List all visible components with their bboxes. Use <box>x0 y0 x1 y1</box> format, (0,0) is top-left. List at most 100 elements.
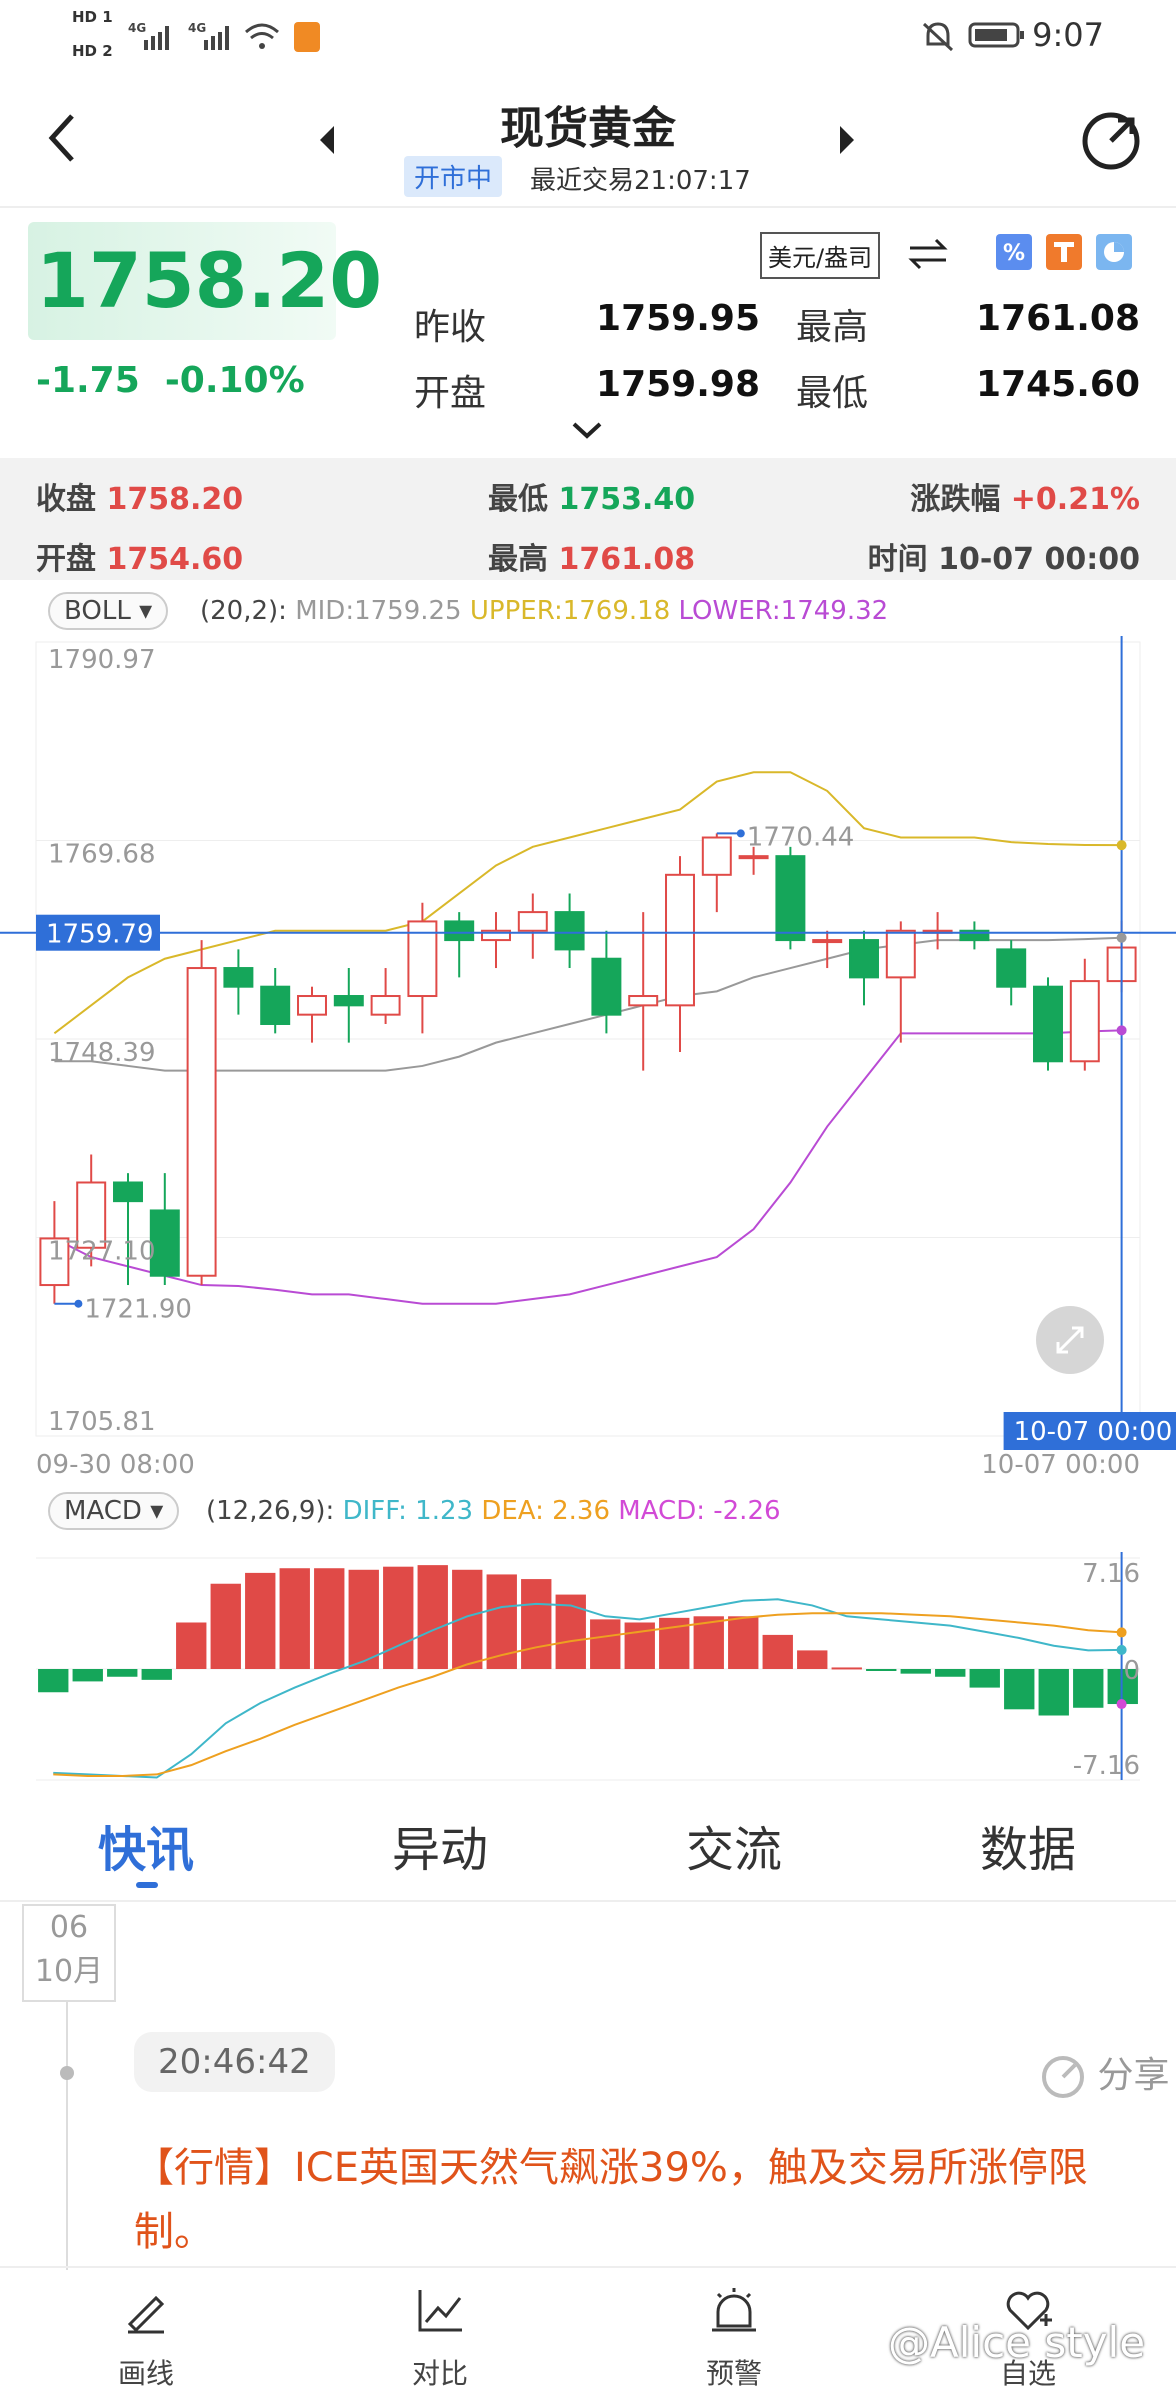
candle-high: 最高 1761.08 <box>488 534 695 578</box>
candle-body <box>1033 985 1063 1063</box>
macd-bar <box>452 1569 483 1669</box>
svg-text:4G: 4G <box>128 21 146 35</box>
kline-y-tick: 1748.39 <box>48 1038 156 1068</box>
tab-movements[interactable]: 异动 <box>392 1810 488 1880</box>
macd-diff: DIFF: 1.23 <box>342 1496 474 1526</box>
min-marker-dot <box>74 1299 83 1308</box>
max-price-label: 1770.44 <box>747 822 855 852</box>
refresh-button[interactable] <box>1078 108 1144 178</box>
news-date: 06 10月 <box>22 1904 116 2002</box>
candle-body <box>517 911 548 932</box>
cursor-mid-dot <box>1116 932 1127 943</box>
tool-t-icon[interactable] <box>1046 234 1082 274</box>
kline-y-tick: 1769.68 <box>48 840 156 870</box>
kline-y-tick: 1727.10 <box>48 1237 156 1267</box>
unit-selector[interactable]: 美元/盎司 <box>760 232 881 279</box>
candle-low: 最低 1753.40 <box>488 474 695 518</box>
macd-params: (12,26,9): <box>206 1496 335 1526</box>
macd-selector[interactable]: MACD ▾ <box>48 1492 180 1530</box>
tab-news[interactable]: 快讯 <box>98 1810 194 1880</box>
nav-alert[interactable]: 预警 <box>674 2352 794 2392</box>
nav-compare[interactable]: 对比 <box>380 2352 500 2392</box>
divider <box>0 2266 1176 2268</box>
candle-high-label: 最高 <box>488 542 548 577</box>
boll-lower: LOWER:1749.32 <box>678 596 889 626</box>
percent-tool-icon[interactable]: % <box>996 234 1032 274</box>
candle-body <box>591 957 622 1016</box>
candle-time-value: 10-07 00:00 <box>938 542 1140 577</box>
boll-selector[interactable]: BOLL ▾ <box>48 592 169 630</box>
draw-line-icon[interactable] <box>120 2284 172 2340</box>
chevron-down-icon <box>572 422 602 439</box>
x-axis-end: 10-07 00:00 <box>981 1450 1140 1480</box>
caret-down-icon: ▾ <box>139 596 153 626</box>
macd-bar <box>348 1569 379 1669</box>
kline-chart[interactable]: 1790.97 1769.68 1748.39 1727.10 1705.81 1759.… <box>0 636 1176 1486</box>
candle-body <box>113 1181 143 1203</box>
macd-chart[interactable]: 7.16 0 -7.16 <box>0 1552 1176 1792</box>
hd2-indicator: HD 2 <box>72 42 113 60</box>
macd-bar <box>797 1650 828 1669</box>
open-value: 1759.98 <box>596 364 760 405</box>
macd-y-tick: 7.16 <box>1082 1559 1140 1589</box>
candle-chg-label: 涨跌幅 <box>910 482 1001 517</box>
candle-body <box>370 995 401 1016</box>
open-label: 开盘 <box>414 373 487 414</box>
macd-bar <box>107 1669 138 1677</box>
cursor-time-label: 10-07 00:00 <box>1014 1417 1173 1447</box>
alarm-icon[interactable] <box>708 2284 760 2340</box>
kline-y-tick: 1790.97 <box>48 645 156 675</box>
share-icon <box>1042 2056 1084 2098</box>
candle-body <box>554 911 585 951</box>
macd-dea-dot <box>1116 1627 1127 1638</box>
candle-chg-value: +0.21% <box>1010 482 1140 517</box>
candle-body <box>260 985 291 1025</box>
clock: 9:07 <box>1032 16 1104 54</box>
macd-bar <box>314 1568 345 1669</box>
macd-bar <box>141 1669 172 1680</box>
macd-bar <box>1073 1669 1104 1708</box>
expand-quote-button[interactable] <box>570 420 604 444</box>
candle-close: 收盘 1758.20 <box>36 474 243 518</box>
macd-bar <box>762 1634 793 1669</box>
candle-high-value: 1761.08 <box>558 542 696 577</box>
candle-body <box>628 995 659 1007</box>
hd1-indicator: HD 1 <box>72 8 113 26</box>
price-change: -1.75 -0.10% <box>36 360 305 401</box>
swap-unit-button[interactable] <box>906 234 950 278</box>
nav-draw[interactable]: 画线 <box>86 2352 206 2392</box>
macd-diff-dot <box>1116 1644 1127 1655</box>
fullscreen-button[interactable] <box>1036 1306 1104 1378</box>
candle-body <box>186 967 217 1277</box>
candle-body <box>701 836 732 876</box>
candle-body <box>665 873 695 1007</box>
macd-bar <box>590 1619 621 1669</box>
pie-tool-icon[interactable] <box>1096 234 1132 274</box>
candle-body <box>444 920 475 942</box>
swap-icon <box>908 238 948 270</box>
candle-body <box>849 939 879 979</box>
macd-bar <box>521 1579 552 1669</box>
mute-icon <box>920 20 956 56</box>
compare-icon[interactable] <box>414 2284 466 2340</box>
tab-data[interactable]: 数据 <box>980 1810 1076 1880</box>
svg-text:%: % <box>1003 241 1025 266</box>
share-button[interactable]: 分享 <box>1040 2046 1169 2100</box>
macd-bar <box>72 1669 103 1682</box>
candle-open: 开盘 1754.60 <box>36 534 243 578</box>
prev-close-label: 昨收 <box>414 307 487 348</box>
next-symbol-button[interactable] <box>836 122 858 162</box>
macd-bar <box>245 1572 276 1669</box>
battery-icon <box>968 20 1028 54</box>
high-label: 最高 <box>796 307 869 348</box>
last-trade-time: 最近交易21:07:17 <box>530 166 751 196</box>
change-percent: -0.10% <box>164 360 305 401</box>
news-text[interactable]: 【行情】ICE英国天然气飙涨39%，触及交易所涨停限制。 <box>134 2136 1124 2264</box>
min-price-label: 1721.90 <box>84 1295 192 1325</box>
macd-y-tick: -7.16 <box>1073 1751 1140 1781</box>
x-axis-start: 09-30 08:00 <box>36 1450 195 1480</box>
tab-community[interactable]: 交流 <box>686 1810 782 1880</box>
macd-bar <box>38 1669 69 1693</box>
candle-body <box>812 939 843 944</box>
macd-bar <box>176 1622 207 1669</box>
